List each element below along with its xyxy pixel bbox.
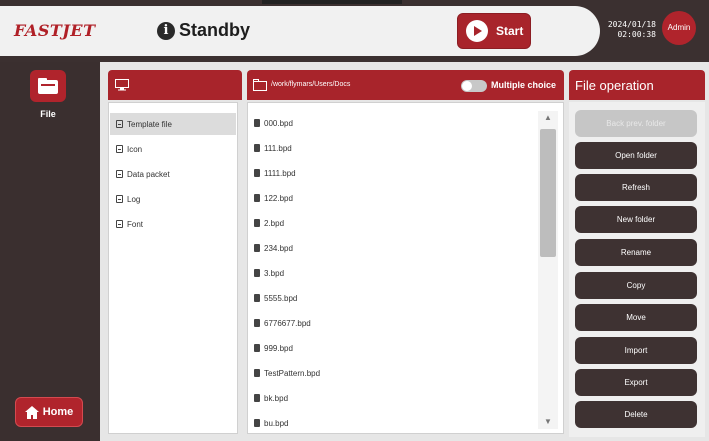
file-list-header: /work/flymars/Users/Docs Multiple choice <box>247 70 564 100</box>
tree-item-icon[interactable]: Icon <box>110 138 236 160</box>
open-folder-button[interactable]: Open folder <box>575 142 697 169</box>
start-button[interactable]: Start <box>457 13 531 49</box>
folder-tree: Template file Icon Data packet Log Font <box>108 102 238 434</box>
computer-icon <box>115 79 129 91</box>
file-icon <box>254 219 260 227</box>
machine-status: i Standby <box>157 20 250 41</box>
fastjet-logo: FASTJET <box>14 21 96 40</box>
tree-item-label: Icon <box>127 144 143 154</box>
rename-button[interactable]: Rename <box>575 239 697 266</box>
nav-file-label: File <box>40 109 56 119</box>
file-name: 2.bpd <box>264 218 285 228</box>
file-icon <box>254 119 260 127</box>
back-prev-folder-button[interactable]: Back prev. folder <box>575 110 697 137</box>
file-row[interactable]: 2.bpd <box>254 214 532 232</box>
file-row[interactable]: TestPattern.bpd <box>254 364 532 382</box>
file-icon <box>254 169 260 177</box>
file-name: 999.bpd <box>264 343 293 353</box>
folder-doc-icon <box>116 145 123 153</box>
file-name: 5555.bpd <box>264 293 298 303</box>
user-avatar[interactable]: Admin <box>662 11 696 45</box>
file-name: TestPattern.bpd <box>264 368 321 378</box>
tree-item-template-file[interactable]: Template file <box>110 113 236 135</box>
status-text: Standby <box>179 20 251 40</box>
file-name: bu.bpd <box>264 418 289 428</box>
start-label: Start <box>496 24 524 38</box>
file-name: 234.bpd <box>264 243 293 253</box>
file-operation-panel: Back prev. folder Open folder Refresh Ne… <box>569 102 705 437</box>
file-row[interactable]: 6776677.bpd <box>254 314 532 332</box>
file-name: 1111.bpd <box>264 168 296 178</box>
folder-doc-icon <box>116 220 123 228</box>
top-strip <box>262 0 402 4</box>
export-button[interactable]: Export <box>575 369 697 396</box>
tree-item-font[interactable]: Font <box>110 213 236 235</box>
scroll-up-icon[interactable]: ▲ <box>538 111 558 125</box>
multiple-choice-toggle[interactable] <box>461 80 487 92</box>
file-icon <box>254 394 260 402</box>
file-operation-title: File operation <box>575 78 654 93</box>
file-name: 111.bpd <box>264 143 292 153</box>
file-list: 000.bpd 111.bpd 1111.bpd 122.bpd 2.bpd 2… <box>247 102 564 434</box>
file-row[interactable]: bu.bpd <box>254 414 532 432</box>
file-row[interactable]: 111.bpd <box>254 139 532 157</box>
home-button[interactable]: Home <box>15 397 83 427</box>
delete-button[interactable]: Delete <box>575 401 697 428</box>
file-row[interactable]: 234.bpd <box>254 239 532 257</box>
multiple-choice-label: Multiple choice <box>491 80 557 90</box>
play-icon <box>466 20 488 42</box>
file-operation-header: File operation <box>569 70 705 100</box>
home-label: Home <box>42 406 74 418</box>
scroll-thumb[interactable] <box>540 129 556 257</box>
file-icon <box>254 344 260 352</box>
file-row[interactable]: 5555.bpd <box>254 289 532 307</box>
datetime: 2024/01/18 02:00:38 <box>600 20 656 40</box>
tree-item-data-packet[interactable]: Data packet <box>110 163 236 185</box>
folder-doc-icon <box>116 120 123 128</box>
tree-panel-header <box>108 70 242 100</box>
copy-button[interactable]: Copy <box>575 272 697 299</box>
folder-doc-icon <box>116 195 123 203</box>
file-row[interactable]: 3.bpd <box>254 264 532 282</box>
file-list-scrollbar[interactable]: ▲ ▼ <box>538 111 558 429</box>
tree-item-label: Data packet <box>127 169 170 179</box>
nav-file-button[interactable] <box>30 70 66 102</box>
file-icon <box>254 244 260 252</box>
file-icon <box>254 194 260 202</box>
file-icon <box>254 319 260 327</box>
file-row[interactable]: 122.bpd <box>254 189 532 207</box>
file-name: 122.bpd <box>264 193 293 203</box>
folder-doc-icon <box>116 170 123 178</box>
file-name: 6776677.bpd <box>264 318 311 328</box>
file-name: bk.bpd <box>264 393 289 403</box>
file-row[interactable]: bk.bpd <box>254 389 532 407</box>
current-path: /work/flymars/Users/Docs <box>271 81 351 88</box>
file-icon <box>254 269 260 277</box>
file-name: 3.bpd <box>264 268 285 278</box>
scroll-down-icon[interactable]: ▼ <box>538 415 558 429</box>
tree-item-log[interactable]: Log <box>110 188 236 210</box>
new-folder-button[interactable]: New folder <box>575 206 697 233</box>
file-icon <box>254 419 260 427</box>
date-text: 2024/01/18 <box>607 20 656 29</box>
import-button[interactable]: Import <box>575 337 697 364</box>
info-icon: i <box>157 21 175 40</box>
folder-icon <box>38 78 58 94</box>
file-row[interactable]: 1111.bpd <box>254 164 532 182</box>
file-icon <box>254 144 260 152</box>
file-row[interactable]: 999.bpd <box>254 339 532 357</box>
home-icon <box>24 405 39 419</box>
file-icon <box>254 369 260 377</box>
refresh-button[interactable]: Refresh <box>575 174 697 201</box>
time-text: 02:00:38 <box>617 30 656 39</box>
file-name: 000.bpd <box>264 118 293 128</box>
header-bar: FASTJET i Standby Start 2024/01/18 02:00… <box>0 0 709 62</box>
tree-item-label: Font <box>127 219 144 229</box>
move-button[interactable]: Move <box>575 304 697 331</box>
file-row[interactable]: 000.bpd <box>254 114 532 132</box>
folder-outline-icon <box>253 79 267 91</box>
tree-item-label: Log <box>127 194 141 204</box>
tree-item-label: Template file <box>127 119 172 129</box>
file-icon <box>254 294 260 302</box>
